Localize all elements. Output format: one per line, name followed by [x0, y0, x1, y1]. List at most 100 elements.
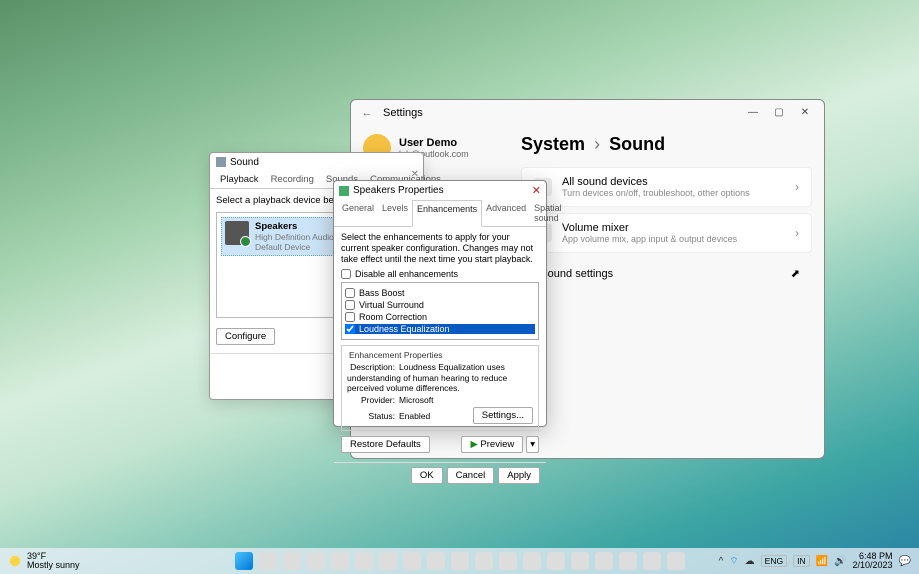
- settings-icon[interactable]: [643, 552, 661, 570]
- close-button[interactable]: ✕: [792, 103, 818, 123]
- enhancement-properties-group: Enhancement Properties Description:Loudn…: [341, 345, 539, 431]
- cancel-button[interactable]: Cancel: [447, 467, 495, 484]
- taskbar-app-icon[interactable]: [451, 552, 469, 570]
- ok-button[interactable]: OK: [411, 467, 443, 484]
- search-button[interactable]: [259, 552, 277, 570]
- chevron-right-icon: ›: [795, 226, 799, 240]
- sun-icon: [8, 554, 22, 568]
- speaker-device-icon: [225, 221, 249, 245]
- user-name: User Demo: [399, 137, 469, 149]
- checkbox[interactable]: [345, 324, 355, 334]
- weather-widget[interactable]: 39°F Mostly sunny: [8, 552, 80, 570]
- weather-cond: Mostly sunny: [27, 561, 80, 570]
- taskbar-app-icon[interactable]: [523, 552, 541, 570]
- enh-label: Loudness Equalization: [359, 324, 450, 334]
- language-indicator[interactable]: ENG: [761, 555, 787, 567]
- description-row: Description:Loudness Equalization uses u…: [347, 362, 533, 393]
- enh-loudness-equalization[interactable]: Loudness Equalization: [345, 324, 535, 334]
- word-icon[interactable]: [619, 552, 637, 570]
- chevron-right-icon: ›: [594, 134, 600, 154]
- disable-all-label: Disable all enhancements: [355, 269, 458, 279]
- back-button[interactable]: ←: [357, 107, 377, 119]
- maximize-button[interactable]: ▢: [766, 103, 792, 123]
- props-title-text: Speakers Properties: [353, 185, 444, 196]
- card-sub: App volume mix, app input & output devic…: [562, 234, 785, 244]
- taskbar-app-icon[interactable]: [547, 552, 565, 570]
- taskbar: 39°F Mostly sunny ^ ⌔ ☁ ENG IN 📶 🔊 6:48 …: [0, 548, 919, 574]
- checkbox[interactable]: [345, 300, 355, 310]
- start-button[interactable]: [235, 552, 253, 570]
- breadcrumb-system[interactable]: System: [521, 134, 585, 154]
- taskbar-app-icon[interactable]: [331, 552, 349, 570]
- card-title: All sound devices: [562, 176, 785, 188]
- tab-advanced[interactable]: Advanced: [482, 200, 530, 226]
- enh-label: Virtual Surround: [359, 300, 424, 310]
- enhancements-list: Bass Boost Virtual Surround Room Correct…: [341, 282, 539, 340]
- tab-playback[interactable]: Playback: [214, 171, 265, 188]
- tab-recording[interactable]: Recording: [265, 171, 320, 188]
- enh-virtual-surround[interactable]: Virtual Surround: [345, 300, 535, 310]
- onedrive-icon[interactable]: ☁: [745, 556, 755, 567]
- chevron-up-icon[interactable]: ^: [719, 556, 724, 567]
- breadcrumb: System › Sound: [521, 134, 812, 155]
- taskbar-app-icon[interactable]: [379, 552, 397, 570]
- notifications-icon[interactable]: 💬: [899, 556, 911, 567]
- tab-spatial-sound[interactable]: Spatial sound: [530, 200, 566, 226]
- enhancements-description: Select the enhancements to apply for you…: [341, 232, 539, 264]
- status-value: Enabled: [399, 411, 430, 421]
- settings-button[interactable]: Settings...: [473, 407, 533, 424]
- edge-icon[interactable]: [403, 552, 421, 570]
- checkbox[interactable]: [345, 312, 355, 322]
- taskbar-app-icon[interactable]: [667, 552, 685, 570]
- bluetooth-icon[interactable]: ⌔: [729, 555, 738, 568]
- chrome-icon[interactable]: [571, 552, 589, 570]
- taskbar-app-icon[interactable]: [427, 552, 445, 570]
- configure-button[interactable]: Configure: [216, 328, 275, 345]
- preview-label: Preview: [480, 439, 514, 450]
- minimize-button[interactable]: —: [740, 103, 766, 123]
- sound-title-text: Sound: [230, 157, 259, 168]
- settings-app-label: Settings: [383, 107, 423, 119]
- close-button[interactable]: ✕: [532, 184, 541, 197]
- provider-label: Provider:: [347, 395, 395, 405]
- wifi-icon[interactable]: 📶: [816, 556, 828, 567]
- speakers-properties-window: Speakers Properties ✕ General Levels Enh…: [333, 180, 547, 427]
- open-icon: ⬈: [791, 267, 800, 280]
- description-label: Description:: [347, 362, 395, 372]
- checkbox[interactable]: [345, 288, 355, 298]
- taskbar-app-icon[interactable]: [499, 552, 517, 570]
- file-explorer-icon[interactable]: [355, 552, 373, 570]
- props-titlebar: Speakers Properties ✕: [334, 181, 546, 200]
- more-sound-settings[interactable]: e sound settings ⬈: [521, 259, 812, 288]
- apply-button[interactable]: Apply: [498, 467, 540, 484]
- disable-all-input[interactable]: [341, 269, 351, 279]
- clock[interactable]: 6:48 PM 2/10/2023: [853, 552, 893, 570]
- provider-row: Provider: Microsoft: [347, 395, 533, 405]
- close-icon[interactable]: ✕: [411, 169, 419, 180]
- volume-icon[interactable]: 🔊: [834, 556, 846, 567]
- enh-room-correction[interactable]: Room Correction: [345, 312, 535, 322]
- fieldset-legend: Enhancement Properties: [347, 350, 533, 360]
- provider-value: Microsoft: [399, 395, 433, 405]
- keyboard-layout[interactable]: IN: [793, 555, 810, 567]
- tab-levels[interactable]: Levels: [378, 200, 412, 226]
- disable-all-checkbox[interactable]: Disable all enhancements: [341, 269, 539, 279]
- taskbar-app-icon[interactable]: [595, 552, 613, 570]
- preview-dropdown[interactable]: ▾: [526, 436, 539, 453]
- tab-general[interactable]: General: [338, 200, 378, 226]
- taskbar-apps: [235, 552, 685, 570]
- enh-bass-boost[interactable]: Bass Boost: [345, 288, 535, 298]
- chevron-right-icon: ›: [795, 180, 799, 194]
- taskbar-app-icon[interactable]: [475, 552, 493, 570]
- props-tabs: General Levels Enhancements Advanced Spa…: [334, 200, 546, 227]
- status-label: Status:: [347, 411, 395, 421]
- status-row: Status: Enabled Settings...: [347, 407, 533, 424]
- task-view-button[interactable]: [283, 552, 301, 570]
- taskbar-app-icon[interactable]: [307, 552, 325, 570]
- play-icon: ▶: [470, 439, 477, 450]
- card-sub: Turn devices on/off, troubleshoot, other…: [562, 188, 785, 198]
- preview-button[interactable]: ▶ Preview: [461, 436, 523, 453]
- restore-defaults-button[interactable]: Restore Defaults: [341, 436, 430, 453]
- tab-enhancements[interactable]: Enhancements: [412, 200, 482, 227]
- system-tray: ^ ⌔ ☁ ENG IN 📶 🔊 6:48 PM 2/10/2023 💬: [719, 552, 911, 570]
